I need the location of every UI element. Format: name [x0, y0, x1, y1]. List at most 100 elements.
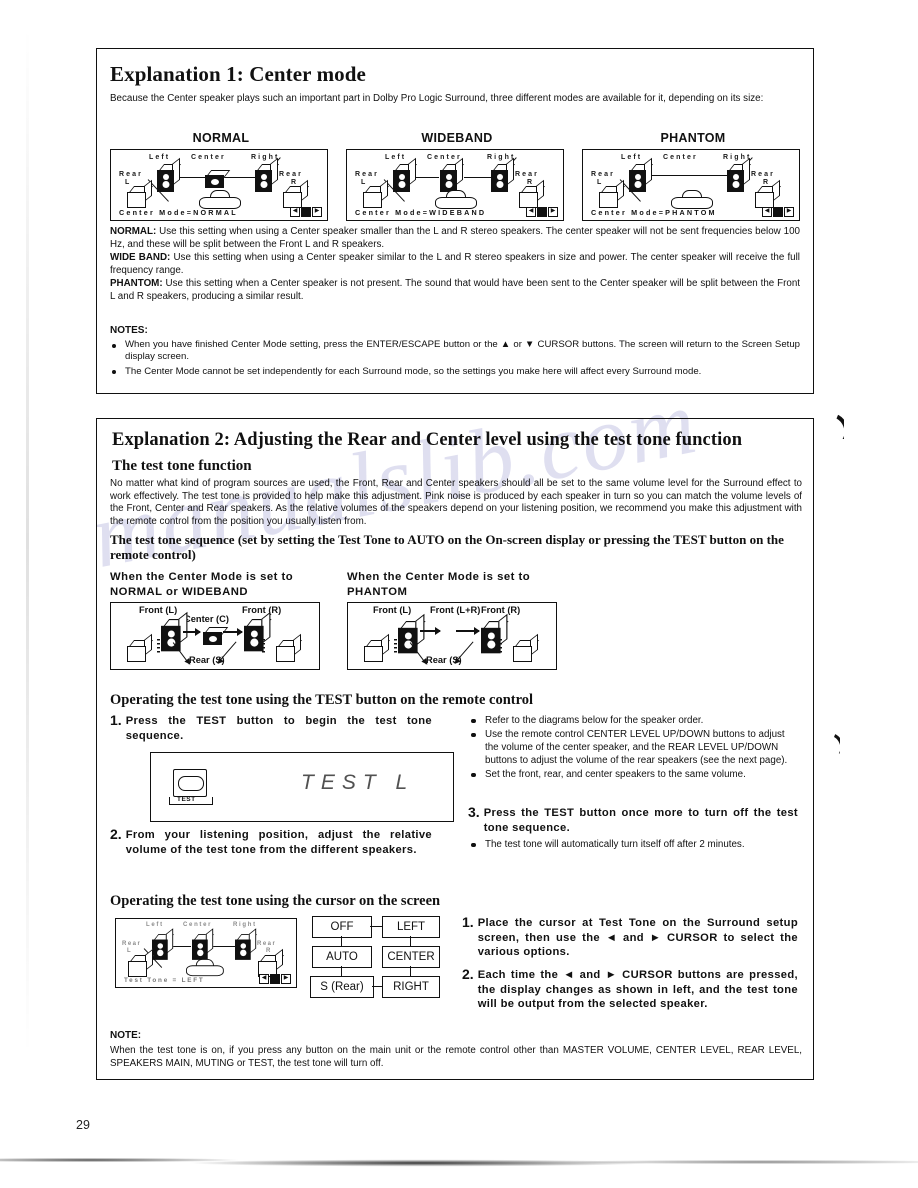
osd-cursor-arrows: ◀ ▶ — [762, 207, 794, 217]
osd-label-rear-right-sub: R — [527, 179, 533, 186]
osd-arrow-mid-icon — [537, 207, 547, 217]
osd-label-left: Left — [621, 154, 643, 161]
osd-label-rear-left: Rear — [122, 941, 142, 947]
osd-arrow-left-icon: ◀ — [259, 974, 269, 984]
scan-artifact-crescent-icon — [824, 413, 844, 439]
mode-desc-wideband: WIDE BAND: Use this setting when using a… — [110, 252, 800, 277]
flow-option-auto[interactable]: AUTO — [312, 946, 372, 968]
step-text: Place the cursor at Test Tone on the Sur… — [477, 917, 798, 958]
arrow-left-to-phantom — [420, 627, 441, 634]
display-readout: TEST L — [301, 771, 415, 794]
bullet-item: The test tone will automatically turn it… — [468, 838, 798, 851]
osd-arrow-left-icon: ◀ — [290, 207, 300, 217]
bullet-item: Use the remote control CENTER LEVEL UP/D… — [468, 728, 798, 767]
layout-label-front-lr: Front (L+R) — [430, 605, 481, 615]
test-button[interactable] — [173, 769, 207, 797]
osd-label-rear-left-sub: L — [597, 179, 602, 186]
mode-term-normal: NORMAL: — [110, 226, 157, 237]
dotted-guide — [157, 639, 160, 655]
flow-connector — [410, 966, 412, 976]
osd-label-rear-right-sub: R — [763, 179, 769, 186]
explanation-1-heading: Explanation 1: Center mode — [110, 62, 366, 86]
scan-artifact-crescent-icon — [824, 733, 840, 754]
osd-status-phantom: Center Mode=PHANTOM — [591, 208, 717, 217]
mode-desc-phantom: PHANTOM: Use this setting when a Center … — [110, 278, 800, 303]
bullet-item: Refer to the diagrams below for the spea… — [468, 714, 798, 727]
osd-label-center: Center — [183, 922, 213, 928]
osd-panel-wideband: Left Center Right Rear L Rear R Center M… — [346, 149, 564, 221]
osd-cursor-arrows: ◀ ▶ — [259, 974, 291, 984]
flow-option-s-rear[interactable]: S (Rear) — [310, 976, 374, 998]
explanation-1-notes: NOTES: When you have finished Center Mod… — [110, 325, 800, 380]
speaker-layout-diagram-normal: Front (L) Center (C) Front (R) Rear (S) — [110, 602, 320, 670]
osd-label-center: Center — [427, 154, 462, 161]
mode-text-phantom: Use this setting when a Center speaker i… — [110, 278, 800, 302]
step-text: Press the TEST button once more to turn … — [483, 807, 798, 834]
osd-label-rear-right-sub: R — [291, 179, 297, 186]
mode-text-wideband: Use this setting when using a Center spe… — [110, 252, 800, 276]
osd-arrow-right-icon: ▶ — [312, 207, 322, 217]
osd-label-rear-left-sub: L — [127, 948, 131, 954]
osd-label-rear-left: Rear — [119, 171, 143, 178]
scan-bottom-edge — [0, 1158, 918, 1172]
osd-label-left: Left — [146, 922, 164, 928]
panel-title-normal: NORMAL — [192, 131, 250, 145]
osd-label-rear-left: Rear — [355, 171, 379, 178]
explanation-2-note: NOTE: When the test tone is on, if you p… — [110, 1030, 802, 1070]
mode-desc-normal: NORMAL: Use this setting when using a Ce… — [110, 226, 800, 251]
arrow-right-to-rear — [454, 641, 474, 664]
osd-arrow-mid-icon — [301, 207, 311, 217]
osd-label-right: Right — [233, 922, 257, 928]
mode-text-normal: Use this setting when using a Center spe… — [110, 226, 800, 250]
remote-bullets-top: Refer to the diagrams below for the spea… — [468, 714, 798, 782]
step-number: 2. — [462, 966, 474, 982]
osd-status-test-tone: Test Tone = LEFT — [124, 977, 205, 984]
step-number: 1. — [110, 712, 122, 728]
flow-option-off[interactable]: OFF — [312, 916, 372, 938]
osd-arrow-mid-icon — [773, 207, 783, 217]
layout-label-front-left: Front (L) — [373, 605, 412, 615]
cursor-step-1: 1. Place the cursor at Test Tone on the … — [462, 915, 798, 960]
test-tone-sequence-heading: The test tone sequence (set by setting t… — [110, 532, 784, 562]
arrow-left-to-center — [183, 628, 201, 635]
osd-arrow-mid-icon — [270, 974, 280, 984]
dotted-guide — [499, 639, 502, 655]
osd-panel-normal: Left Center Right Rear L Rear R Center M… — [110, 149, 328, 221]
osd-cursor-arrows: ◀ ▶ — [526, 207, 558, 217]
osd-arrow-left-icon: ◀ — [762, 207, 772, 217]
layout-label-front-right: Front (R) — [242, 605, 282, 615]
osd-label-center: Center — [191, 154, 226, 161]
layout-label-front-right: Front (R) — [481, 605, 521, 615]
osd-label-rear-left: Rear — [591, 171, 615, 178]
layout-label-front-left: Front (L) — [139, 605, 178, 615]
step-text: From your listening position, adjust the… — [125, 829, 432, 856]
mode-term-phantom: PHANTOM: — [110, 278, 163, 289]
step-text: Press the TEST button to begin the test … — [125, 715, 432, 742]
layout-caption-phantom: When the Center Mode is set to PHANTOM — [347, 571, 531, 598]
osd-label-left: Left — [385, 154, 407, 161]
osd-label-rear-right: Rear — [751, 171, 775, 178]
arrow-phantom-to-right — [456, 627, 480, 634]
test-button-label: TEST — [177, 796, 196, 803]
manual-page: manualslib.com Explanation 1: Center mod… — [0, 0, 918, 1188]
flow-option-center[interactable]: CENTER — [382, 946, 440, 968]
flow-connector — [372, 986, 382, 988]
flow-option-left[interactable]: LEFT — [382, 916, 440, 938]
page-number: 29 — [76, 1118, 90, 1132]
osd-label-center: Center — [663, 154, 698, 161]
remote-step-1: 1. Press the TEST button to begin the te… — [110, 712, 432, 743]
explanation-1-intro: Because the Center speaker plays such an… — [110, 93, 764, 104]
flow-option-right[interactable]: RIGHT — [382, 976, 440, 998]
layout-label-center: Center (C) — [184, 614, 229, 624]
osd-panel-phantom: Left Center Right Rear L Rear R Center M… — [582, 149, 800, 221]
flow-connector — [341, 966, 343, 976]
notes-title: NOTES: — [110, 325, 148, 336]
scan-left-edge — [26, 26, 29, 1056]
flow-connector — [410, 936, 412, 946]
mode-term-wideband: WIDE BAND: — [110, 252, 171, 263]
osd-arrow-right-icon: ▶ — [548, 207, 558, 217]
osd-label-rear-right: Rear — [515, 171, 539, 178]
cursor-step-2: 2. Each time the ◄ and ► CURSOR buttons … — [462, 966, 798, 1012]
osd-status-wideband: Center Mode=WIDEBAND — [355, 208, 487, 217]
step-text: Each time the ◄ and ► CURSOR buttons are… — [477, 969, 798, 1010]
